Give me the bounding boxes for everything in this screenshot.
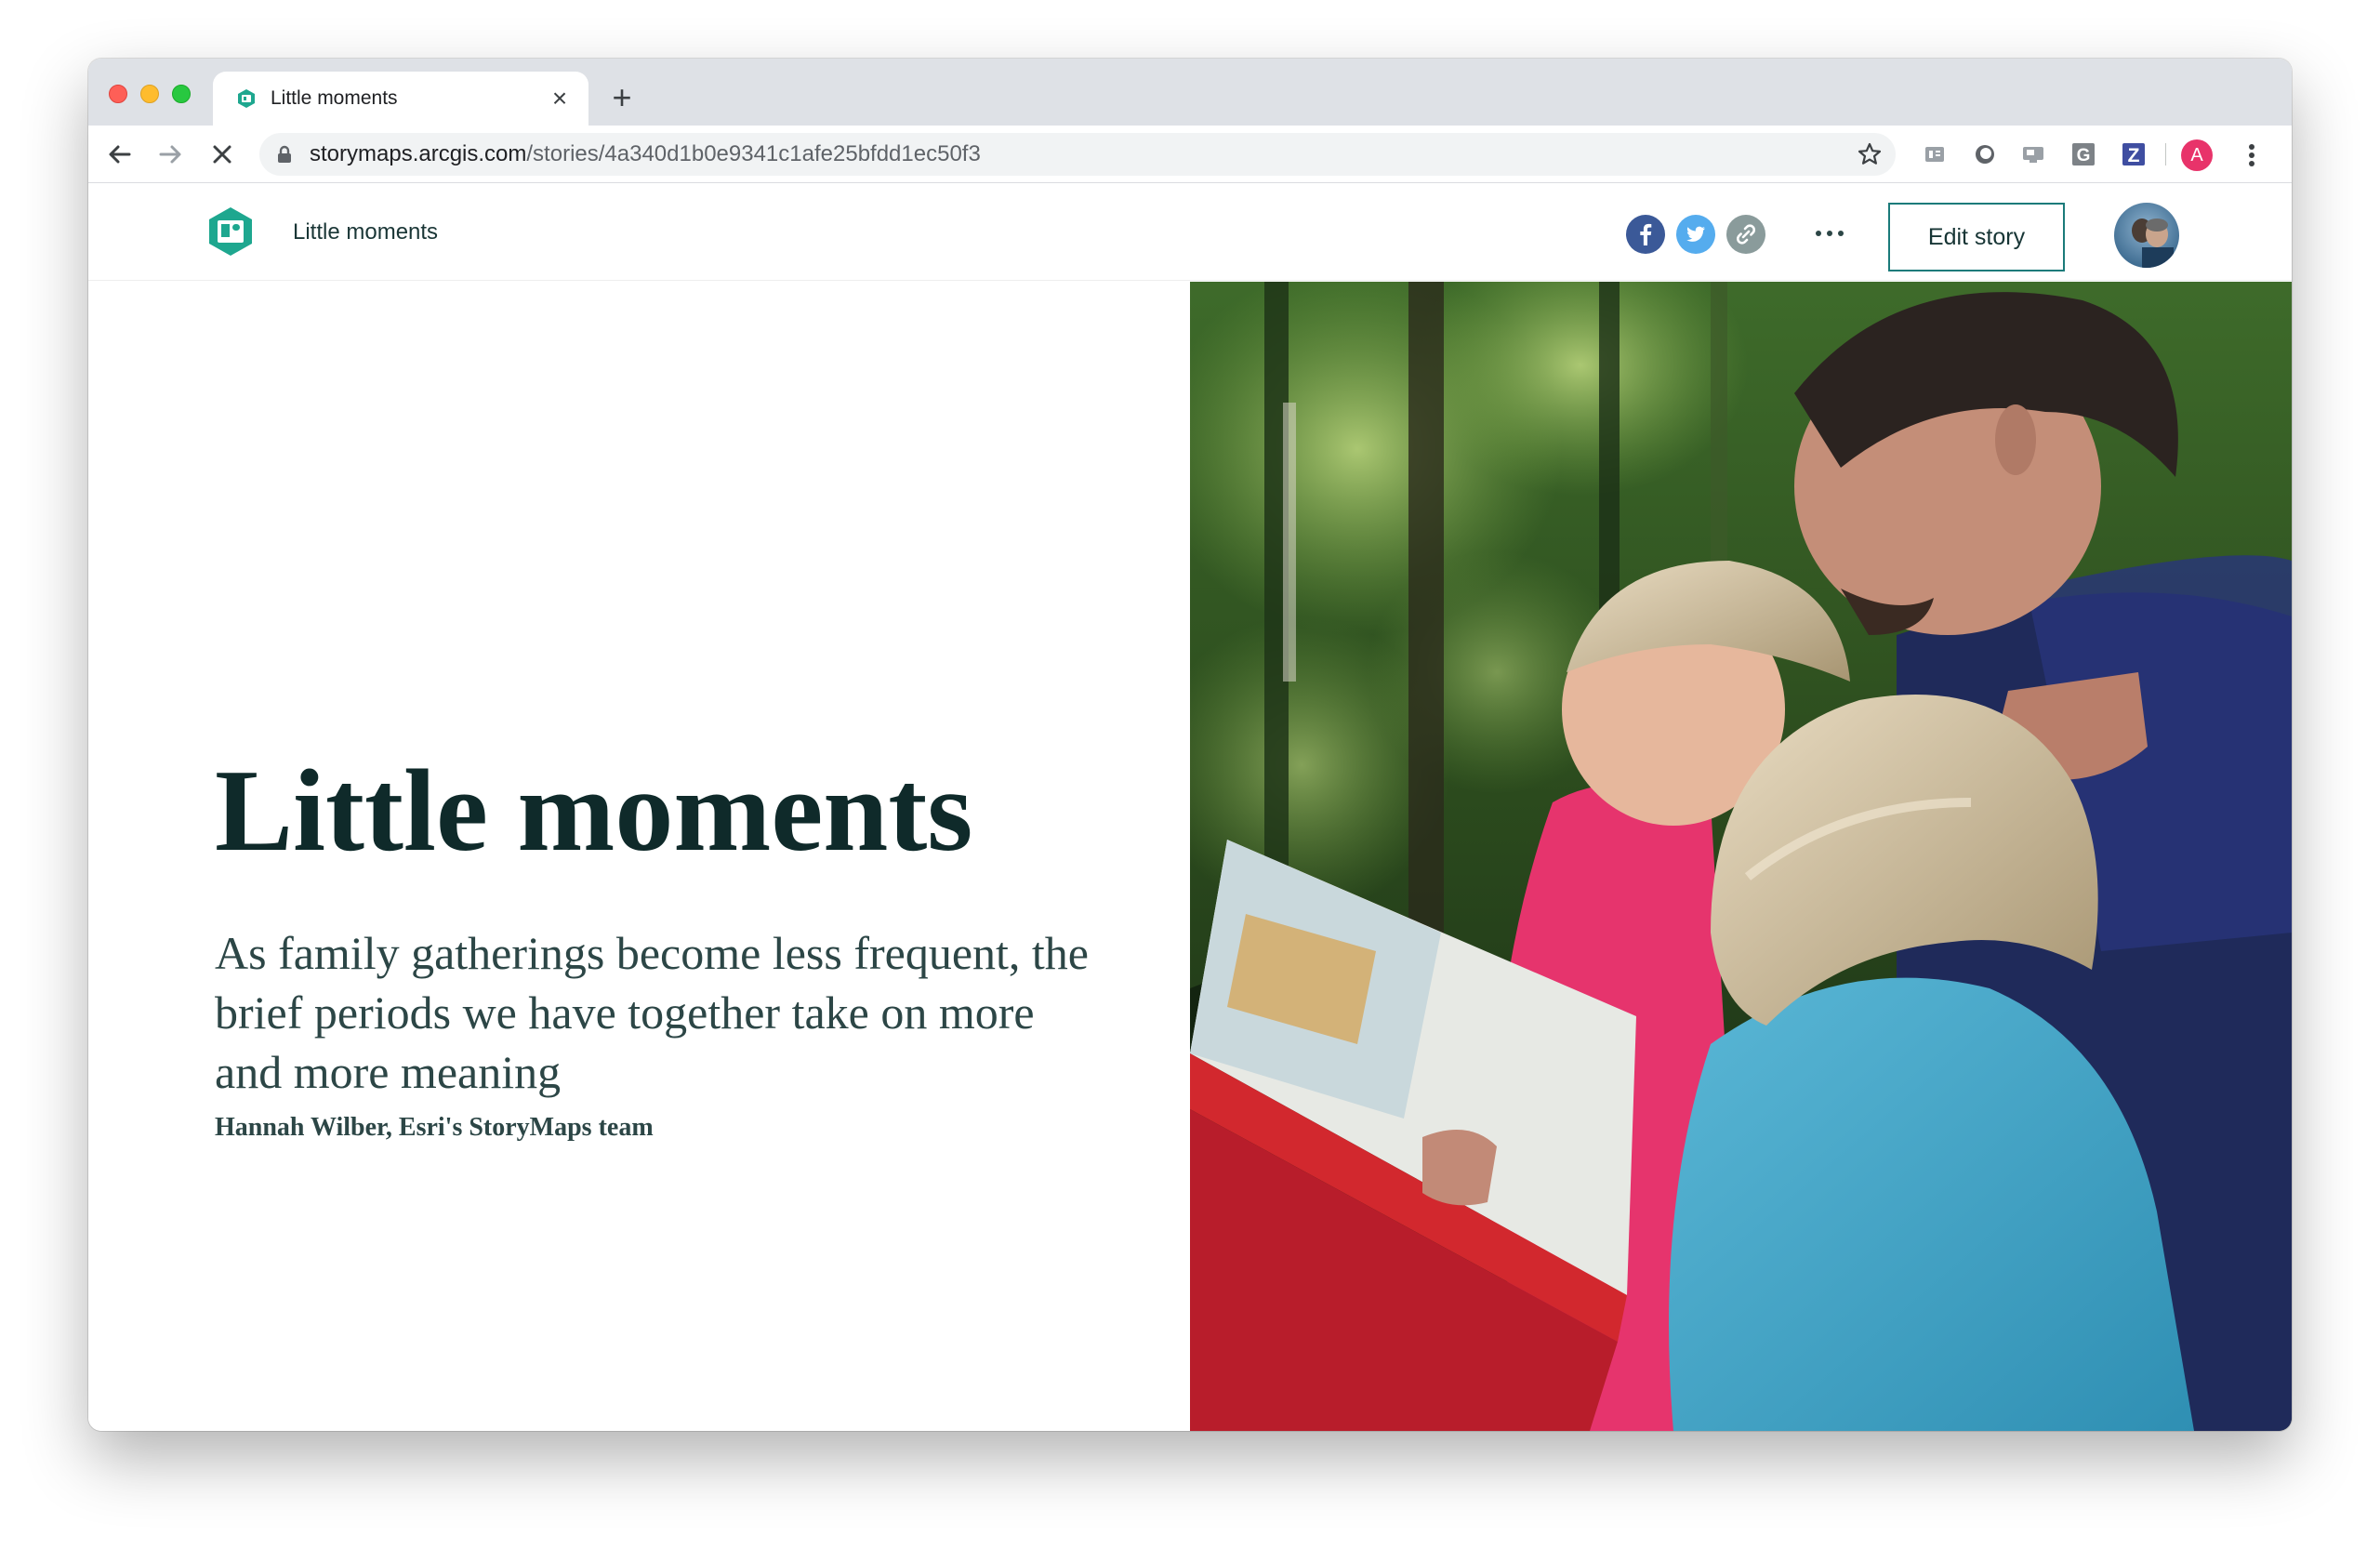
svg-text:G: G	[2077, 146, 2091, 165]
stop-loading-icon[interactable]	[205, 138, 239, 171]
facebook-icon[interactable]	[1626, 215, 1665, 254]
more-options-icon[interactable]	[1810, 219, 1849, 247]
lock-icon[interactable]	[274, 144, 295, 165]
cover-photo-illustration	[1190, 282, 2292, 1431]
tab-little-moments[interactable]: Little moments ×	[213, 72, 588, 126]
zotero-z-icon[interactable]: Z	[2121, 141, 2147, 167]
screen-icon[interactable]	[2020, 141, 2046, 167]
browser-toolbar: storymaps.arcgis.com/stories/4a340d1b0e9…	[88, 126, 2292, 183]
url-text: storymaps.arcgis.com/stories/4a340d1b0e9…	[310, 142, 981, 166]
tab-title: Little moments	[271, 87, 398, 109]
circle-extension-icon[interactable]	[1972, 141, 1998, 167]
forward-arrow-icon[interactable]	[153, 138, 187, 171]
reader-icon[interactable]	[1922, 141, 1948, 167]
story-byline: Hannah Wilber, Esri's StoryMaps team	[215, 1113, 654, 1142]
link-icon[interactable]	[1726, 215, 1765, 254]
tab-strip: Little moments × +	[88, 59, 2292, 126]
toolbar-divider	[2165, 143, 2166, 165]
url-host: storymaps.arcgis.com	[310, 141, 527, 166]
browser-window: Little moments × + storymaps.arcgis.com/…	[88, 59, 2292, 1431]
window-close-button[interactable]	[109, 85, 127, 103]
browser-menu-icon[interactable]	[2238, 139, 2266, 171]
storymaps-favicon-icon	[235, 87, 258, 110]
author-avatar[interactable]	[2114, 203, 2179, 268]
window-minimize-button[interactable]	[140, 85, 159, 103]
story-title: Little moments	[215, 747, 973, 876]
edit-story-button[interactable]: Edit story	[1888, 203, 2065, 271]
cover-photo	[1190, 282, 2292, 1431]
storymaps-logo-icon[interactable]	[206, 205, 255, 258]
new-tab-button[interactable]: +	[605, 81, 639, 114]
profile-avatar[interactable]: A	[2181, 139, 2213, 171]
grammarly-g-icon[interactable]: G	[2070, 141, 2096, 167]
svg-text:Z: Z	[2128, 145, 2140, 166]
story-subtitle: As family gatherings become less frequen…	[215, 927, 1089, 1098]
address-bar[interactable]: storymaps.arcgis.com/stories/4a340d1b0e9…	[259, 133, 1896, 176]
story-cover: Little moments As family gatherings beco…	[88, 282, 1190, 1431]
window-zoom-button[interactable]	[172, 85, 191, 103]
back-arrow-icon[interactable]	[103, 138, 137, 171]
url-path: /stories/4a340d1b0e9341c1afe25bfdd1ec50f…	[526, 141, 981, 166]
storymap-header: Little moments Edit story	[88, 184, 2292, 281]
twitter-icon[interactable]	[1676, 215, 1715, 254]
bookmark-star-icon[interactable]	[1857, 141, 1883, 167]
tab-close-icon[interactable]: ×	[546, 85, 574, 113]
header-story-title: Little moments	[293, 219, 439, 245]
